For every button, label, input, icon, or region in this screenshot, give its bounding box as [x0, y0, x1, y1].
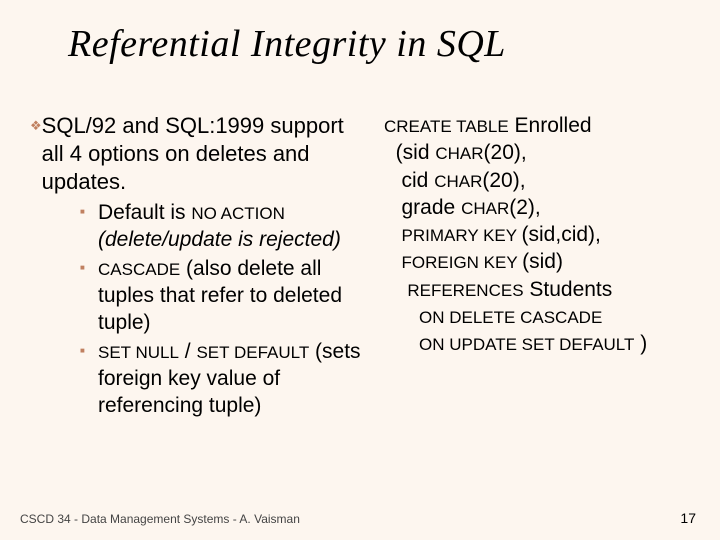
sub-bullet-3: ■ SET NULL / SET DEFAULT (sets foreign k…: [80, 339, 370, 420]
code-line-8: ON DELETE CASCADE: [384, 303, 692, 330]
l6a: [384, 250, 402, 273]
l5a: [384, 223, 402, 246]
sub-text-2: CASCADE (also delete all tuples that ref…: [98, 256, 370, 337]
sub-text-1: Default is NO ACTION (delete/update is r…: [98, 200, 370, 254]
code-line-2: (sid CHAR(20),: [384, 139, 692, 166]
left-column: ❖ SQL/92 and SQL:1999 support all 4 opti…: [30, 112, 378, 421]
tbl-enrolled: Enrolled: [509, 114, 592, 137]
sub3-slash: /: [179, 340, 197, 363]
l2c: (20),: [484, 141, 527, 164]
square-bullet-icon: ■: [80, 339, 98, 363]
sub-bullet-2: ■ CASCADE (also delete all tuples that r…: [80, 256, 370, 337]
l5c: (sid,cid),: [522, 223, 601, 246]
sub1-italic: (delete/update is rejected): [98, 228, 341, 251]
code-line-7: REFERENCES Students: [384, 276, 692, 303]
code-line-6: FOREIGN KEY (sid): [384, 248, 692, 275]
square-bullet-icon: ■: [80, 200, 98, 224]
sub-bullet-1: ■ Default is NO ACTION (delete/update is…: [80, 200, 370, 254]
sub-text-3: SET NULL / SET DEFAULT (sets foreign key…: [98, 339, 370, 420]
code-line-3: cid CHAR(20),: [384, 167, 692, 194]
l9c: ): [634, 332, 647, 355]
l3a: cid: [384, 169, 434, 192]
l7c: Students: [524, 278, 613, 301]
diamond-bullet-icon: ❖: [30, 112, 42, 140]
l3c: (20),: [482, 169, 525, 192]
sub-bullet-list: ■ Default is NO ACTION (delete/update is…: [80, 200, 370, 419]
kw-char-2: CHAR: [434, 172, 482, 191]
code-line-4: grade CHAR(2),: [384, 194, 692, 221]
slide-body: ❖ SQL/92 and SQL:1999 support all 4 opti…: [30, 112, 692, 421]
kw-onupd: ON UPDATE SET DEFAULT: [419, 335, 634, 354]
kw-ref: REFERENCES: [407, 281, 523, 300]
l8a: [384, 305, 419, 328]
sub3-setnull: SET NULL: [98, 343, 179, 362]
code-line-9: ON UPDATE SET DEFAULT ): [384, 330, 692, 357]
kw-char-1: CHAR: [435, 144, 483, 163]
kw-char-3: CHAR: [461, 199, 509, 218]
sub3-setdefault: SET DEFAULT: [196, 343, 309, 362]
page-number: 17: [680, 510, 696, 526]
l2a: (sid: [384, 141, 435, 164]
slide: Referential Integrity in SQL ❖ SQL/92 an…: [0, 0, 720, 540]
footer-text: CSCD 34 - Data Management Systems - A. V…: [20, 512, 300, 526]
kw-create: CREATE TABLE: [384, 117, 509, 136]
lead-text: SQL/92 and SQL:1999 support all 4 option…: [42, 112, 370, 196]
bullet-main: ❖ SQL/92 and SQL:1999 support all 4 opti…: [30, 112, 370, 196]
l9a: [384, 332, 419, 355]
square-bullet-icon: ■: [80, 256, 98, 280]
sub2-cascade: CASCADE: [98, 260, 180, 279]
right-column: CREATE TABLE Enrolled (sid CHAR(20), cid…: [378, 112, 692, 421]
sub1-a: Default is: [98, 201, 191, 224]
l4a: grade: [384, 196, 461, 219]
code-line-5: PRIMARY KEY (sid,cid),: [384, 221, 692, 248]
l6c: (sid): [522, 250, 563, 273]
slide-title: Referential Integrity in SQL: [68, 22, 506, 66]
sql-code-block: CREATE TABLE Enrolled (sid CHAR(20), cid…: [384, 112, 692, 358]
l7a: [384, 278, 407, 301]
kw-fk: FOREIGN KEY: [402, 253, 523, 272]
sub1-noaction: NO ACTION: [191, 204, 285, 223]
kw-ondel: ON DELETE CASCADE: [419, 308, 602, 327]
kw-pk: PRIMARY KEY: [402, 226, 522, 245]
l4c: (2),: [509, 196, 541, 219]
code-line-1: CREATE TABLE Enrolled: [384, 112, 692, 139]
